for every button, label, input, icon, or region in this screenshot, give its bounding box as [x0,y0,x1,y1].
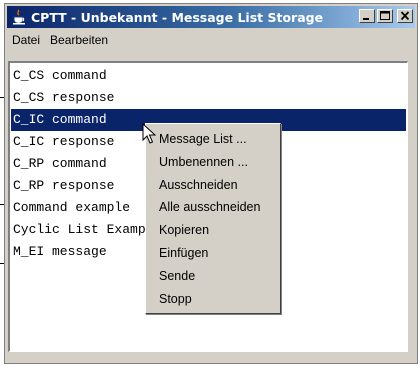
ctx-paste[interactable]: Einfügen [146,242,280,265]
ctx-rename[interactable]: Umbenennen ... [146,151,280,174]
title-bar[interactable]: CPTT - Unbekannt - Message List Storage [7,6,415,28]
menu-bearbeiten[interactable]: Bearbeiten [45,31,113,49]
menu-datei[interactable]: Datei [7,31,45,49]
minimize-icon[interactable] [359,9,375,23]
ctx-copy[interactable]: Kopieren [146,219,280,242]
ctx-cut[interactable]: Ausschneiden [146,174,280,197]
java-cup-icon [11,9,27,25]
ctx-send[interactable]: Sende [146,265,280,288]
mouse-pointer-icon [142,123,156,144]
menu-bar: Datei Bearbeiten [7,30,415,50]
list-item[interactable]: C_CS command [11,65,406,87]
list-item[interactable]: C_CS response [11,87,406,109]
ctx-stop[interactable]: Stopp [146,288,280,311]
ctx-message-list[interactable]: Message List ... [146,128,280,151]
maximize-icon[interactable] [377,9,393,23]
close-icon[interactable] [397,9,413,23]
window-title: CPTT - Unbekannt - Message List Storage [31,9,324,25]
ctx-cut-all[interactable]: Alle ausschneiden [146,196,280,219]
context-menu: Message List ... Umbenennen ... Ausschne… [145,123,281,314]
